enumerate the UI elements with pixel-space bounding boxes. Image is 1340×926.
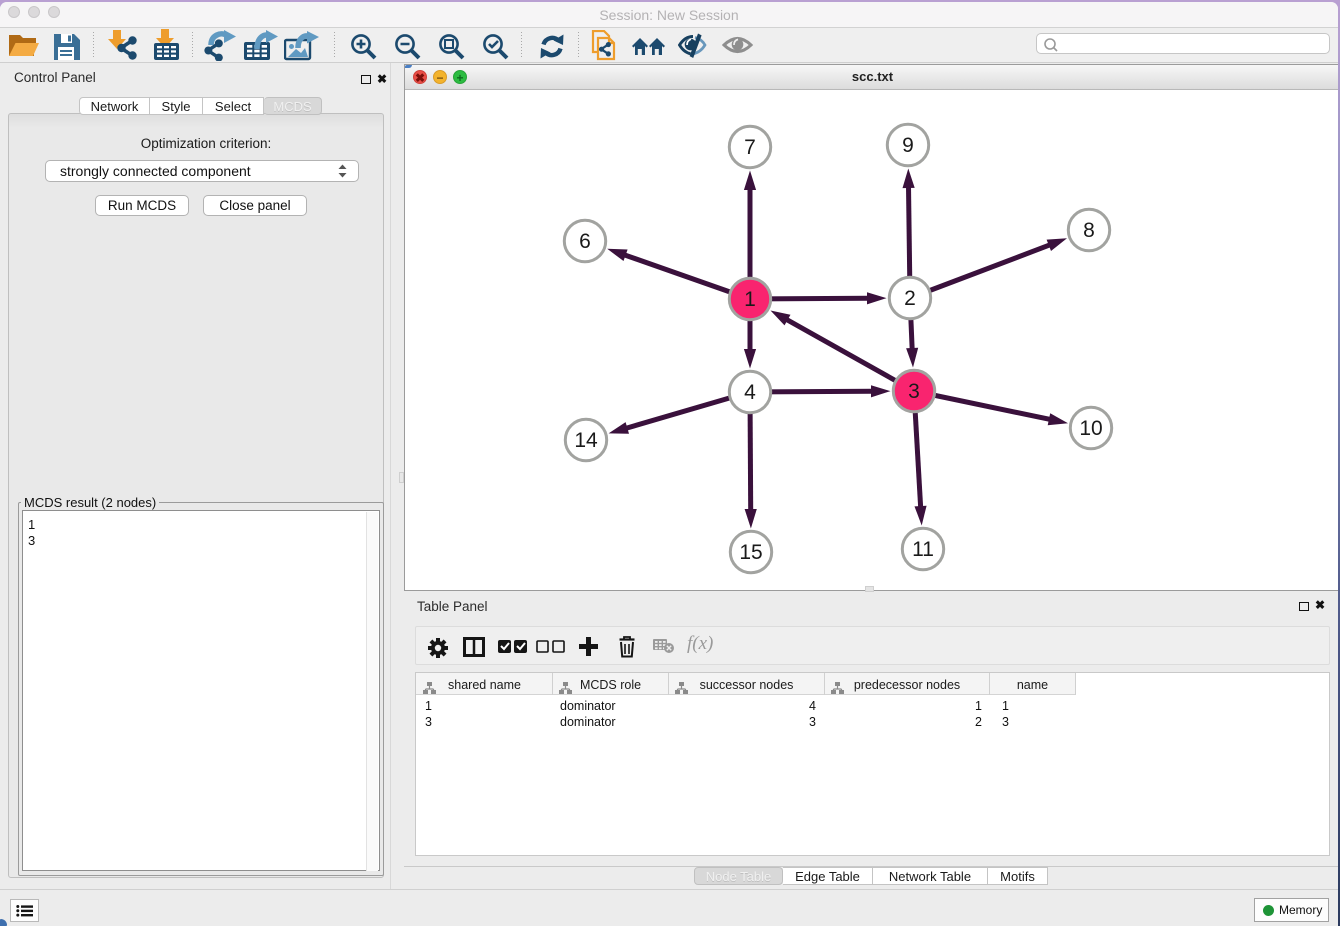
svg-text:3: 3 — [908, 380, 920, 403]
svg-text:9: 9 — [902, 134, 914, 157]
svg-text:11: 11 — [912, 538, 934, 561]
svg-text:1: 1 — [744, 288, 756, 311]
svg-text:7: 7 — [744, 136, 756, 159]
svg-text:2: 2 — [904, 287, 916, 310]
svg-text:8: 8 — [1083, 219, 1095, 242]
svg-text:14: 14 — [574, 429, 598, 452]
svg-text:15: 15 — [739, 541, 762, 564]
svg-text:6: 6 — [579, 230, 591, 253]
svg-text:4: 4 — [744, 381, 756, 404]
svg-text:10: 10 — [1079, 417, 1102, 440]
